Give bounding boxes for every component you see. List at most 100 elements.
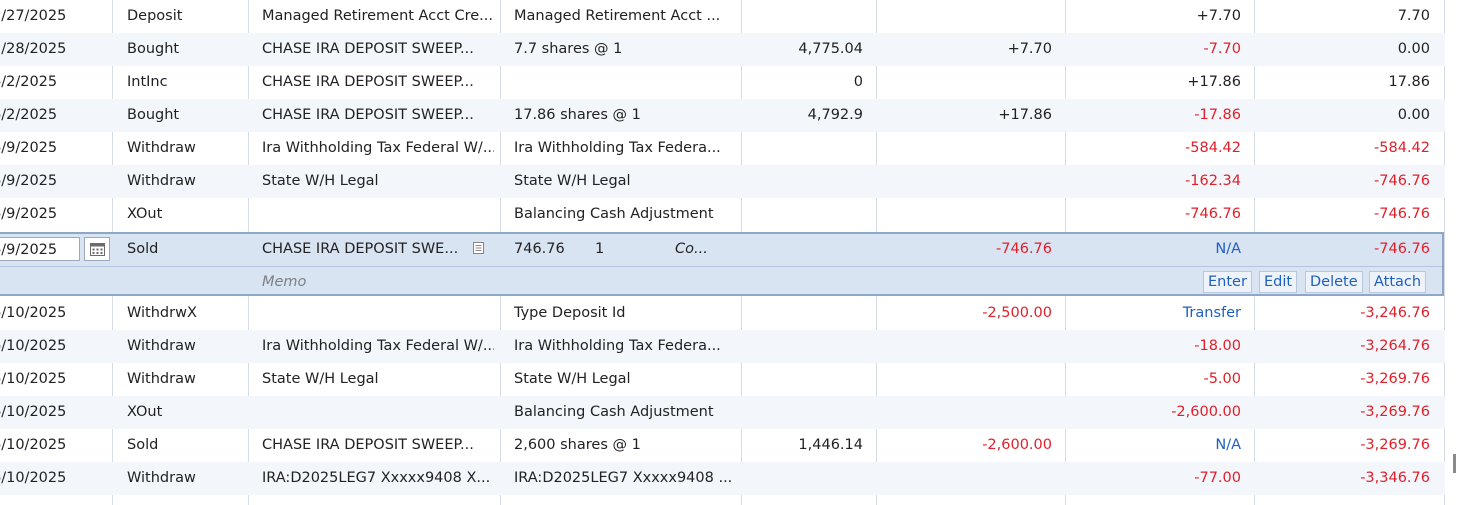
- amount-field[interactable]: 746.76: [514, 234, 565, 265]
- date-field[interactable]: 6/9/2025: [0, 237, 80, 261]
- row-col7: -5.00: [1203, 371, 1241, 387]
- enter-button[interactable]: Enter: [1203, 271, 1252, 293]
- row-col6: -2,600.00: [982, 437, 1052, 453]
- row-type: Bought: [127, 41, 180, 57]
- row-payee: CHASE IRA DEPOSIT SWEEP...: [262, 41, 474, 57]
- row-payee: [262, 297, 494, 330]
- row-date: 6/2/2025: [0, 74, 58, 90]
- row-memo: [514, 66, 736, 99]
- row-type: Withdraw: [127, 470, 196, 486]
- row-col6: [877, 0, 1052, 33]
- row-col7: -18.00: [1194, 338, 1241, 354]
- scrollbar-thumb[interactable]: [1453, 454, 1456, 473]
- row-payee: State W/H Legal: [262, 371, 379, 387]
- notes-icon[interactable]: [473, 242, 484, 254]
- row-payee: State W/H Legal: [262, 173, 379, 189]
- row-date: 6/10/2025: [0, 305, 67, 321]
- row-col6: +17.86: [998, 107, 1052, 123]
- row-memo: Balancing Cash Adjustment: [514, 206, 714, 222]
- edit-button[interactable]: Edit: [1259, 271, 1298, 293]
- row-col7: -584.42: [1185, 140, 1241, 156]
- row-balance: 17.86: [1388, 74, 1430, 90]
- row-col5: [742, 297, 863, 330]
- row-type: Withdraw: [127, 173, 196, 189]
- row-col5: [742, 198, 863, 231]
- row-memo: 17.86 shares @ 1: [514, 107, 641, 123]
- register-row[interactable]: 6/9/2025 Withdraw State W/H Legal State W/H…: [0, 165, 1445, 198]
- transaction-register: 5/27/2025 Deposit Managed Retirement Acct …: [0, 0, 1445, 505]
- register-row[interactable]: 5/28/2025 Bought CHASE IRA DEPOSIT SWEEP..…: [0, 33, 1445, 66]
- selected-transaction-editor[interactable]: 6/9/2025 Sold CHASE IRA DEPOSIT SWE...: [0, 232, 1444, 296]
- row-payee: Managed Retirement Acct Cre...: [262, 8, 493, 24]
- row-memo: Balancing Cash Adjustment: [514, 404, 714, 420]
- calendar-button[interactable]: [84, 237, 110, 261]
- row-type: Withdraw: [127, 338, 196, 354]
- row-col5: [742, 396, 863, 429]
- register-row[interactable]: 6/10/2025 Withdraw Ira Withholding Tax Fed…: [0, 330, 1445, 363]
- row-col5: [742, 0, 863, 33]
- calendar-icon: [90, 243, 105, 256]
- row-col5: [742, 165, 863, 198]
- register-row[interactable]: 6/10/2025 XOut Balancing Cash Adjustment -2…: [0, 396, 1445, 429]
- date-value: 6/9/2025: [0, 242, 58, 258]
- row-type: XOut: [127, 206, 163, 222]
- row-col7: -77.00: [1194, 470, 1241, 486]
- row-col6: [877, 198, 1052, 231]
- row-memo: 2,600 shares @ 1: [514, 437, 641, 453]
- row-col5: [742, 330, 863, 363]
- row-balance: -3,264.76: [1360, 338, 1430, 354]
- row-type: XOut: [127, 404, 163, 420]
- delete-button[interactable]: Delete: [1305, 271, 1363, 293]
- row-col6: [877, 462, 1052, 495]
- row-date: 5/27/2025: [0, 8, 67, 24]
- edit-col7-value[interactable]: N/A: [1066, 234, 1241, 265]
- register-row[interactable]: 6/10/2025 Withdraw IRA:D2025LEG7 Xxxxx9408…: [0, 462, 1445, 495]
- type-field[interactable]: Sold: [127, 234, 158, 265]
- commission-field[interactable]: Co...: [675, 234, 708, 265]
- row-memo: Type Deposit Id: [514, 305, 626, 321]
- row-date: 6/10/2025: [0, 470, 67, 486]
- memo-field[interactable]: Memo: [262, 267, 306, 298]
- payee-field[interactable]: CHASE IRA DEPOSIT SWE...: [262, 234, 462, 265]
- row-memo: Ira Withholding Tax Federa...: [514, 140, 721, 156]
- edit-row-main: 6/9/2025 Sold CHASE IRA DEPOSIT SWE...: [0, 234, 1442, 265]
- row-date: 6/9/2025: [0, 140, 58, 156]
- register-row[interactable]: 6/2/2025 IntInc CHASE IRA DEPOSIT SWEEP...…: [0, 66, 1445, 99]
- row-date: 6/10/2025: [0, 338, 67, 354]
- row-col6: [877, 396, 1052, 429]
- row-type: Deposit: [127, 8, 183, 24]
- register-row[interactable]: 6/2/2025 Bought CHASE IRA DEPOSIT SWEEP...…: [0, 99, 1445, 132]
- row-col6: +7.70: [1007, 41, 1052, 57]
- row-col5: 4,775.04: [798, 41, 863, 57]
- row-balance: -746.76: [1374, 173, 1430, 189]
- attach-button[interactable]: Attach: [1369, 271, 1427, 293]
- row-type: Sold: [127, 437, 159, 453]
- row-memo: Ira Withholding Tax Federa...: [514, 338, 721, 354]
- quantity-field[interactable]: 1: [595, 234, 604, 265]
- row-balance: -584.42: [1374, 140, 1430, 156]
- register-row[interactable]: 5/27/2025 Deposit Managed Retirement Acct …: [0, 0, 1445, 33]
- register-row[interactable]: 6/9/2025 XOut Balancing Cash Adjustment -74…: [0, 198, 1445, 231]
- row-date: 5/28/2025: [0, 41, 67, 57]
- row-col6: [877, 66, 1052, 99]
- row-balance: -3,246.76: [1360, 305, 1430, 321]
- row-col6: -2,500.00: [982, 305, 1052, 321]
- row-date: 6/10/2025: [0, 404, 67, 420]
- row-memo: IRA:D2025LEG7 Xxxxx9408 ...: [514, 470, 733, 486]
- row-col5: 1,446.14: [798, 437, 863, 453]
- register-row[interactable]: 6/10/2025 Withdraw State W/H Legal State W/…: [0, 363, 1445, 396]
- row-balance: -3,269.76: [1360, 437, 1430, 453]
- row-payee: [262, 198, 494, 231]
- register-row[interactable]: 6/10/2025 Sold CHASE IRA DEPOSIT SWEEP... 2…: [0, 429, 1445, 462]
- row-memo: State W/H Legal: [514, 173, 631, 189]
- row-col5: [742, 132, 863, 165]
- row-balance: -3,269.76: [1360, 404, 1430, 420]
- row-col7: -746.76: [1185, 206, 1241, 222]
- row-type: IntInc: [127, 74, 168, 90]
- row-payee: CHASE IRA DEPOSIT SWEEP...: [262, 74, 474, 90]
- row-payee: [262, 396, 494, 429]
- row-payee: CHASE IRA DEPOSIT SWEEP...: [262, 107, 474, 123]
- row-balance: -746.76: [1374, 206, 1430, 222]
- register-row[interactable]: 6/10/2025 WithdrwX Type Deposit Id -2,500.0…: [0, 297, 1445, 330]
- register-row[interactable]: 6/9/2025 Withdraw Ira Withholding Tax Fede…: [0, 132, 1445, 165]
